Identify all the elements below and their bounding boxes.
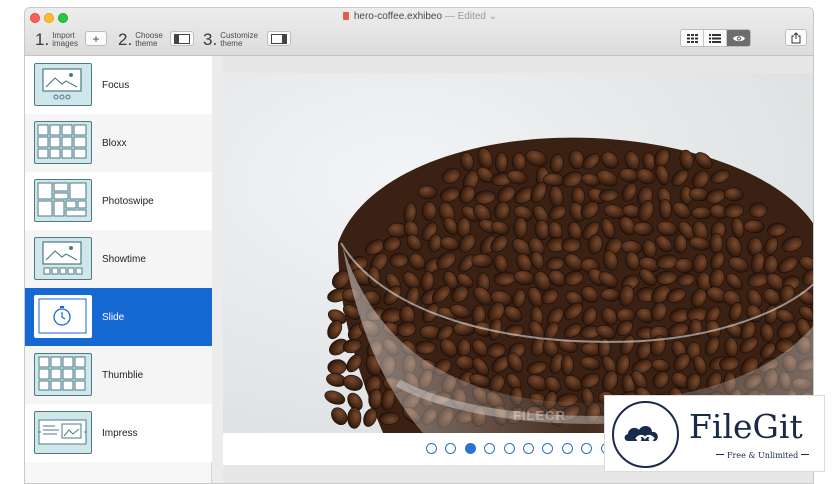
step-number: 1. [35, 30, 50, 49]
filegit-name: FileGit [689, 407, 803, 446]
theme-label: Thumblie [102, 369, 144, 381]
sidebar-panel-icon [174, 33, 190, 44]
pager-dot[interactable] [503, 443, 515, 454]
bloxx-thumbnail-icon [34, 121, 92, 164]
filegit-watermark: FileGit Free & Unlimited [604, 395, 825, 472]
window-title: hero-coffee.exhibeo — Edited ⌄ [25, 11, 813, 22]
theme-item-impress[interactable]: Impress [25, 404, 212, 462]
eye-icon [732, 35, 745, 41]
list-view-button[interactable] [704, 30, 727, 46]
step-customize-theme: 3. Customize theme [203, 29, 258, 51]
focus-thumbnail-icon [34, 63, 92, 106]
step-label: Choose theme [135, 31, 163, 48]
pager-dot[interactable] [464, 443, 476, 454]
coffee-beans-photo [324, 137, 813, 433]
preview-button[interactable] [727, 30, 750, 46]
step-label: Import images [52, 31, 78, 48]
step-number: 3. [203, 30, 218, 49]
theme-sidebar: Focus Bloxx Photoswipe Showtime Slide Th… [25, 56, 212, 483]
theme-label: Slide [102, 311, 125, 323]
theme-item-slide[interactable]: Slide [25, 288, 212, 346]
grid-view-button[interactable] [681, 30, 704, 46]
theme-label: Focus [102, 79, 130, 91]
add-images-button[interactable]: + [85, 31, 107, 46]
step-import-images: 1. Import images [35, 29, 86, 51]
titlebar: hero-coffee.exhibeo — Edited ⌄ 1. Import… [25, 8, 813, 56]
theme-label: Showtime [102, 253, 146, 265]
choose-theme-button[interactable] [170, 31, 194, 46]
document-icon [342, 12, 349, 20]
filegit-logo [612, 401, 679, 468]
pager-dot[interactable] [581, 443, 593, 454]
customize-theme-button[interactable] [267, 31, 291, 46]
impress-thumbnail-icon [34, 411, 92, 454]
pager-dot[interactable] [561, 443, 573, 454]
theme-item-bloxx[interactable]: Bloxx [25, 114, 212, 172]
view-mode-switcher [680, 29, 751, 47]
theme-label: Photoswipe [102, 195, 154, 207]
slide-image[interactable]: FILECR [223, 73, 813, 433]
pager-dot[interactable] [523, 443, 534, 454]
inspector-panel-icon [271, 33, 287, 44]
edited-indicator[interactable]: — Edited ⌄ [445, 11, 497, 22]
step-choose-theme: 2. Choose theme [118, 29, 169, 51]
theme-label: Bloxx [102, 137, 127, 149]
window-title-text: hero-coffee.exhibeo [353, 11, 443, 22]
pager-dot[interactable] [484, 443, 496, 454]
showtime-thumbnail-icon [34, 237, 92, 280]
image-watermark: FILECR [513, 408, 566, 423]
grid-icon [686, 33, 698, 43]
theme-label: Impress [102, 427, 138, 439]
thumblie-thumbnail-icon [34, 353, 92, 396]
filegit-tagline: Free & Unlimited [713, 451, 812, 460]
share-button[interactable] [785, 29, 807, 46]
step-label: Customize theme [220, 31, 258, 48]
pager-dot[interactable] [445, 443, 457, 454]
share-icon [791, 31, 801, 43]
list-icon [709, 33, 721, 43]
theme-item-photoswipe[interactable]: Photoswipe [25, 172, 212, 230]
slide-thumbnail-icon [34, 295, 92, 338]
pager-dot[interactable] [426, 443, 437, 454]
photoswipe-thumbnail-icon [34, 179, 92, 222]
step-number: 2. [118, 30, 133, 49]
pager-dot[interactable] [542, 443, 554, 454]
theme-item-showtime[interactable]: Showtime [25, 230, 212, 288]
theme-item-thumblie[interactable]: Thumblie [25, 346, 212, 404]
theme-item-focus[interactable]: Focus [25, 56, 212, 114]
